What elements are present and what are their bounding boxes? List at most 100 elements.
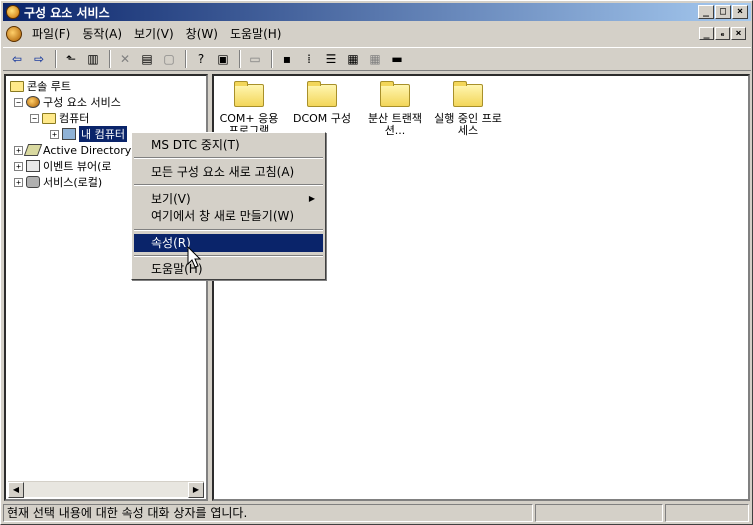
scroll-track[interactable] [24, 482, 188, 497]
scroll-right-button[interactable]: ▶ [188, 482, 204, 498]
help-icon[interactable]: ? [191, 50, 211, 68]
content-item-running-processes[interactable]: 실행 중인 프로세스 [433, 81, 503, 137]
minimize-button[interactable]: _ [698, 5, 714, 19]
tree-item-event-viewer[interactable]: + 이벤트 뷰어(로 [14, 158, 112, 174]
window-controls: _ □ × [698, 5, 748, 19]
back-arrow-icon[interactable]: ⇦ [7, 50, 27, 68]
tree-item-my-computer[interactable]: + 내 컴퓨터 [50, 125, 128, 143]
computer-icon[interactable]: ▬ [387, 50, 407, 68]
content-item-label: DCOM 구성 [292, 112, 352, 125]
folder-icon [42, 112, 56, 124]
forward-arrow-icon[interactable]: ⇨ [29, 50, 49, 68]
tree-item-console-root[interactable]: 콘솔 루트 [10, 78, 71, 94]
small-icons-view-icon[interactable]: ⁞ [299, 50, 319, 68]
submenu-arrow-icon: ▶ [308, 194, 315, 203]
ctx-refresh-all-components[interactable]: 모든 구성 요소 새로 고침(A) [134, 163, 323, 181]
menu-separator [134, 184, 323, 186]
ctx-view[interactable]: 보기(V) ▶ [134, 190, 323, 208]
toolbar-separator [109, 50, 111, 68]
menu-help[interactable]: 도움말(H) [224, 23, 288, 44]
window-title: 구성 요소 서비스 [24, 5, 110, 20]
ctx-new-window-from-here[interactable]: 여기에서 창 새로 만들기(W) [134, 207, 323, 225]
toolbar-separator [185, 50, 187, 68]
context-menu: MS DTC 중지(T) 모든 구성 요소 새로 고침(A) 보기(V) ▶ 여… [131, 132, 326, 280]
tree-item-label: 콘솔 루트 [27, 80, 71, 93]
content-item-label: 분산 트랜잭션... [367, 112, 423, 137]
child-minimize-button[interactable]: _ [699, 27, 714, 40]
maximize-button[interactable]: □ [715, 5, 731, 19]
content-item-dcom-config[interactable]: DCOM 구성 [287, 81, 357, 125]
menu-bar: 파일(F) 동작(A) 보기(V) 창(W) 도움말(H) [3, 23, 751, 44]
menu-separator [134, 255, 323, 257]
content-item-label: 실행 중인 프로세스 [434, 112, 502, 137]
status-cell-2 [535, 504, 663, 522]
active-directory-icon [23, 144, 43, 156]
console-tree-icon[interactable]: ▣ [213, 50, 233, 68]
tree-item-active-directory[interactable]: + Active Directory [14, 142, 131, 158]
ctx-help[interactable]: 도움말(H) [134, 260, 323, 278]
console-icon[interactable] [6, 25, 22, 42]
status-bar: 현재 선택 내용에 대한 속성 대화 상자를 엽니다. [3, 504, 751, 523]
toolbar-separator [55, 50, 57, 68]
menu-file[interactable]: 파일(F) [26, 23, 76, 44]
detail-view-icon[interactable]: ▦ [343, 50, 363, 68]
expand-toggle[interactable]: + [50, 129, 59, 139]
expand-toggle[interactable]: + [14, 177, 23, 187]
new-window-icon[interactable]: ▭ [245, 50, 265, 68]
tree-item-label: 이벤트 뷰어(로 [43, 160, 112, 173]
status-text: 현재 선택 내용에 대한 속성 대화 상자를 엽니다. [3, 504, 533, 522]
folder-icon [234, 81, 264, 107]
tree-item-computers[interactable]: − 컴퓨터 [30, 110, 89, 126]
component-services-icon [26, 96, 40, 108]
list-view-icon[interactable]: ☰ [321, 50, 341, 68]
tree-item-services-local[interactable]: + 서비스(로컬) [14, 174, 102, 190]
content-item-com-applications[interactable]: COM+ 응용 프로그램 [214, 81, 284, 137]
collapse-toggle[interactable]: − [30, 113, 39, 123]
tree-item-label: 서비스(로컬) [43, 176, 103, 189]
menu-window[interactable]: 창(W) [180, 23, 224, 44]
folder-icon [307, 81, 337, 107]
folder-icon [380, 81, 410, 107]
show-tree-icon[interactable]: ▥ [83, 50, 103, 68]
tree-item-label: Active Directory [43, 143, 132, 157]
menu-action[interactable]: 동작(A) [76, 23, 128, 44]
content-item-distributed-transactions[interactable]: 분산 트랜잭션... [360, 81, 430, 137]
tree-item-label: 컴퓨터 [59, 112, 90, 125]
export-icon[interactable]: ▢ [159, 50, 179, 68]
delete-icon[interactable]: ✕ [115, 50, 135, 68]
ctx-properties[interactable]: 속성(R) [134, 234, 323, 252]
title-bar[interactable]: 구성 요소 서비스 _ □ × [3, 3, 751, 21]
tree-item-component-services[interactable]: − 구성 요소 서비스 [14, 94, 121, 110]
event-viewer-icon [26, 160, 40, 172]
expand-toggle[interactable]: + [14, 161, 23, 171]
main-window: 구성 요소 서비스 _ □ × 파일(F) 동작(A) 보기(V) 창(W) 도… [0, 0, 753, 525]
tree-item-label: 구성 요소 서비스 [43, 96, 121, 109]
ctx-view-label: 보기(V) [151, 192, 191, 206]
tree-item-label: 내 컴퓨터 [78, 125, 128, 143]
toolbar-separator [239, 50, 241, 68]
component-services-icon [6, 5, 20, 19]
expand-toggle[interactable]: + [14, 145, 23, 155]
toolbar-separator [271, 50, 273, 68]
properties-icon[interactable]: ▤ [137, 50, 157, 68]
menu-view[interactable]: 보기(V) [128, 23, 180, 44]
child-close-button[interactable]: × [731, 27, 746, 40]
close-button[interactable]: × [732, 5, 748, 19]
ctx-stop-ms-dtc[interactable]: MS DTC 중지(T) [134, 136, 323, 154]
toolbar: ⇦ ⇨ ⬑ ▥ ✕ ▤ ▢ ? ▣ ▭ ▪ ⁞ ☰ ▦ ▦ ▬ [3, 47, 751, 71]
menu-separator [134, 229, 323, 231]
computer-icon [62, 128, 76, 140]
folder-icon [10, 80, 24, 92]
horizontal-scrollbar[interactable]: ◀ ▶ [8, 481, 204, 498]
services-gear-icon [26, 176, 40, 188]
child-restore-button[interactable]: ₑ [715, 27, 730, 40]
status-cell-3 [665, 504, 749, 522]
scroll-left-button[interactable]: ◀ [8, 482, 24, 498]
status-view-icon[interactable]: ▦ [365, 50, 385, 68]
child-window-controls: _ ₑ × [699, 27, 746, 40]
up-level-icon[interactable]: ⬑ [61, 50, 81, 68]
mouse-cursor-icon [187, 246, 202, 268]
collapse-toggle[interactable]: − [14, 97, 23, 107]
large-icons-view-icon[interactable]: ▪ [277, 50, 297, 68]
folder-icon [453, 81, 483, 107]
